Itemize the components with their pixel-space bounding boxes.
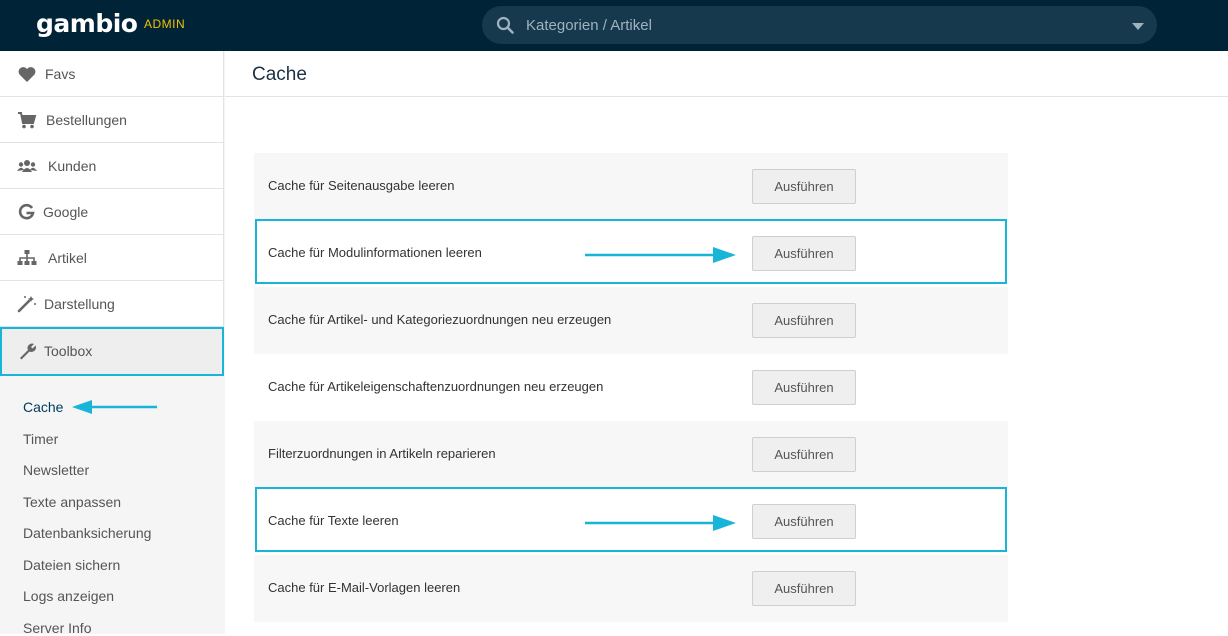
execute-button[interactable]: Ausführen bbox=[752, 303, 856, 338]
sidebar-item-toolbox[interactable]: Toolbox bbox=[0, 327, 224, 376]
row-label: Cache für E-Mail-Vorlagen leeren bbox=[268, 580, 461, 595]
execute-button[interactable]: Ausführen bbox=[752, 504, 856, 539]
page-title: Cache bbox=[252, 64, 307, 85]
sitemap-icon bbox=[17, 250, 37, 265]
search-input[interactable] bbox=[526, 6, 1106, 44]
subnav-item-cache[interactable]: Cache bbox=[23, 399, 63, 415]
subnav-item-datenbanksicherung[interactable]: Datenbanksicherung bbox=[23, 525, 151, 541]
sidebar: Favs Bestellungen Kunden Google Artikel bbox=[0, 51, 225, 636]
subnav-item-texte-anpassen[interactable]: Texte anpassen bbox=[23, 494, 121, 510]
google-icon bbox=[18, 203, 35, 220]
table-row: Cache für E-Mail-Vorlagen leeren Ausführ… bbox=[254, 555, 1008, 622]
sidebar-item-bestellungen[interactable]: Bestellungen bbox=[0, 97, 224, 143]
table-row: Cache für Artikeleigenschaftenzuordnunge… bbox=[254, 354, 1008, 421]
table-row: Cache für Modulinformationen leeren Ausf… bbox=[254, 220, 1008, 287]
execute-button[interactable]: Ausführen bbox=[752, 571, 856, 606]
top-bar: gambio ADMIN bbox=[0, 0, 1228, 51]
row-label: Cache für Texte leeren bbox=[268, 513, 399, 528]
gambio-logo[interactable]: gambio bbox=[36, 9, 138, 38]
sidebar-item-google[interactable]: Google bbox=[0, 189, 224, 235]
annotation-arrow-cache bbox=[72, 400, 157, 414]
table-row: Filterzuordnungen in Artikeln reparieren… bbox=[254, 421, 1008, 488]
sidebar-item-favs[interactable]: Favs bbox=[0, 51, 224, 97]
execute-button[interactable]: Ausführen bbox=[752, 370, 856, 405]
sidebar-item-label: Bestellungen bbox=[46, 112, 127, 128]
page-header: Cache bbox=[225, 51, 1228, 97]
admin-tag: ADMIN bbox=[144, 17, 186, 31]
caret-down-icon[interactable] bbox=[1132, 23, 1144, 30]
sidebar-item-label: Google bbox=[43, 204, 89, 220]
execute-button[interactable]: Ausführen bbox=[752, 236, 856, 271]
sidebar-item-artikel[interactable]: Artikel bbox=[0, 235, 224, 281]
subnav-item-logs-anzeigen[interactable]: Logs anzeigen bbox=[23, 588, 114, 604]
sidebar-item-kunden[interactable]: Kunden bbox=[0, 143, 224, 189]
execute-button[interactable]: Ausführen bbox=[752, 437, 856, 472]
table-row: Cache für Artikel- und Kategoriezuordnun… bbox=[254, 287, 1008, 354]
sidebar-item-darstellung[interactable]: Darstellung bbox=[0, 281, 224, 327]
subnav-item-dateien-sichern[interactable]: Dateien sichern bbox=[23, 557, 120, 573]
heart-icon bbox=[18, 67, 36, 82]
magic-wand-icon bbox=[17, 296, 36, 313]
wrench-icon bbox=[20, 343, 36, 360]
row-label: Cache für Artikel- und Kategoriezuordnun… bbox=[268, 312, 612, 327]
row-label: Cache für Seitenausgabe leeren bbox=[268, 178, 455, 193]
subnav-item-newsletter[interactable]: Newsletter bbox=[23, 462, 89, 478]
search-bar[interactable] bbox=[482, 6, 1157, 44]
sidebar-item-label: Kunden bbox=[48, 158, 97, 174]
sidebar-item-label: Artikel bbox=[48, 250, 87, 266]
row-label: Filterzuordnungen in Artikeln reparieren bbox=[268, 446, 496, 461]
cart-icon bbox=[18, 112, 37, 129]
sidebar-item-label: Favs bbox=[45, 66, 76, 82]
row-label: Cache für Artikeleigenschaftenzuordnunge… bbox=[268, 379, 604, 394]
sidebar-item-label: Darstellung bbox=[44, 296, 115, 312]
subnav-item-timer[interactable]: Timer bbox=[23, 431, 58, 447]
execute-button[interactable]: Ausführen bbox=[752, 169, 856, 204]
users-icon bbox=[17, 160, 37, 172]
row-label: Cache für Modulinformationen leeren bbox=[268, 245, 482, 260]
table-row: Cache für Texte leeren Ausführen bbox=[254, 488, 1008, 555]
table-row: Cache für Seitenausgabe leeren Ausführen bbox=[254, 153, 1008, 220]
search-icon bbox=[496, 16, 514, 34]
sidebar-item-label: Toolbox bbox=[44, 343, 93, 359]
